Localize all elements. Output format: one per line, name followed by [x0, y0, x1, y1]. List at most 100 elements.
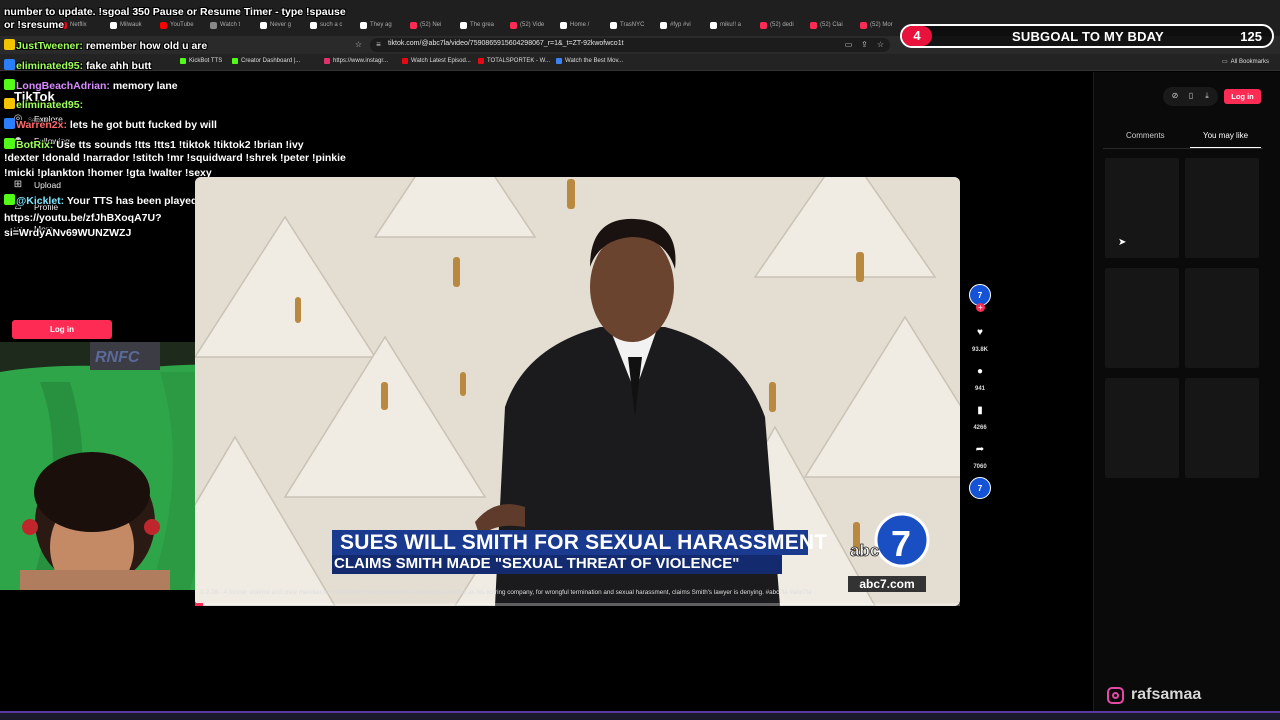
bookmark-favicon-icon — [556, 58, 562, 64]
browser-tab[interactable]: (52) Clai — [810, 16, 856, 34]
bookmark-icon: ▮ — [977, 404, 983, 416]
video-description: 1-2-26 - A former violinist and crew mem… — [200, 589, 812, 596]
tab-favicon-icon — [410, 21, 417, 29]
tab-you-may-like[interactable]: You may like — [1203, 131, 1248, 140]
tab-divider — [1103, 148, 1263, 149]
active-tab-underline — [1190, 147, 1261, 148]
flag-icon[interactable]: ⊘ — [1170, 91, 1180, 101]
browser-tab[interactable]: (52) Nei — [410, 16, 456, 34]
tab-label: (52) Nei — [420, 22, 442, 28]
tab-favicon-icon — [310, 21, 317, 29]
bookmark-item[interactable]: Watch Latest Episod... — [402, 58, 471, 64]
bookmark-label: KickBot TTS — [189, 58, 223, 64]
subgoal-count: 125 — [1240, 29, 1262, 44]
sidebar-item-label: More — [34, 223, 54, 234]
suggested-video-thumb[interactable] — [1105, 268, 1179, 368]
tab-favicon-icon — [60, 21, 67, 29]
browser-tab[interactable]: They ag — [360, 16, 406, 34]
tab-label: The grea — [470, 22, 495, 28]
tab-label: They ag — [370, 22, 392, 28]
phone-icon[interactable]: ▯ — [1186, 91, 1196, 101]
browser-tab[interactable]: #fyp #vi — [660, 16, 706, 34]
site-info-icon[interactable]: ≡ — [374, 40, 383, 49]
sidebar-item-profile[interactable]: ♙ Profile — [12, 201, 59, 212]
browser-tab[interactable]: Netflix — [60, 16, 106, 34]
comment-icon: ● — [976, 365, 984, 377]
bookmark-item[interactable]: KickBot TTS — [180, 58, 222, 64]
suggested-video-thumb[interactable] — [1185, 268, 1259, 368]
browser-tab[interactable]: Milwauk — [110, 16, 156, 34]
tab-favicon-icon — [460, 21, 467, 29]
upload-icon: ⊞ — [13, 179, 23, 190]
browser-tab[interactable]: Never g — [260, 16, 306, 34]
tiktok-logo[interactable]: TikTok — [14, 89, 55, 104]
browser-tab[interactable]: (52) Mor — [860, 16, 906, 34]
comment-button[interactable]: ● — [969, 360, 991, 382]
browser-tab[interactable]: TrasNYC — [610, 16, 656, 34]
instagram-icon — [1107, 686, 1124, 704]
bookmark-label: Watch Latest Episod... — [411, 58, 471, 64]
all-bookmarks[interactable]: ▭ All Bookmarks — [1222, 58, 1269, 66]
download-icon[interactable]: ⤓ — [1202, 91, 1212, 101]
compass-icon: ◎ — [13, 113, 23, 124]
browser-tab[interactable]: miku!! a — [710, 16, 756, 34]
save-button[interactable]: ▮ — [969, 399, 991, 421]
browser-tab[interactable]: Watch t — [210, 16, 256, 34]
browser-tab[interactable]: The grea — [460, 16, 506, 34]
bookmark-star-icon[interactable]: ☆ — [354, 40, 363, 49]
browser-tab[interactable]: (52) dedi — [760, 16, 806, 34]
tiktok-sidebar: TikTok Search ◎ Explore ☻ Following ⊞ Upload ♙… — [0, 72, 195, 342]
star-icon[interactable]: ☆ — [876, 40, 885, 49]
browser-tab[interactable]: (52) Vide — [510, 16, 556, 34]
tab-favicon-icon — [110, 21, 117, 29]
taskbar — [0, 711, 1280, 720]
creator-avatar-number: 7 — [977, 290, 983, 300]
browser-tab[interactable]: such a c — [310, 16, 356, 34]
browser-tab[interactable]: YouTube — [160, 16, 206, 34]
suggested-video-thumb[interactable] — [1185, 158, 1259, 258]
install-icon[interactable]: ▭ — [844, 40, 853, 49]
sidebar-item-explore[interactable]: ◎ Explore — [12, 113, 63, 124]
login-button-top[interactable]: Log in — [1224, 89, 1261, 104]
suggested-video-thumb[interactable] — [1105, 158, 1179, 258]
share-count: 7060 — [973, 464, 987, 470]
sidebar-item-label: Profile — [34, 201, 59, 212]
tab-favicon-icon — [560, 21, 567, 29]
news-lower-third: SUES WILL SMITH FOR SEXUAL HARASSMENT CL… — [332, 530, 827, 576]
suggested-video-thumb[interactable] — [1105, 378, 1179, 478]
tab-favicon-icon — [260, 21, 267, 29]
tab-favicon-icon — [860, 21, 867, 29]
login-button[interactable]: Log in — [12, 320, 112, 339]
bookmark-item[interactable]: TOTALSPORTEK - W... — [478, 58, 550, 64]
sidebar-item-more[interactable]: ⋯ More — [12, 223, 53, 234]
bookmark-item[interactable]: https://www.instagr... — [324, 58, 388, 64]
url-text[interactable]: tiktok.com/@abc7la/video/759086591560429… — [388, 40, 624, 47]
bookmark-favicon-icon — [402, 58, 408, 64]
share-arrow-icon: ➦ — [975, 443, 985, 455]
like-count: 93.8K — [971, 347, 988, 353]
like-button[interactable]: ♥ — [969, 321, 991, 343]
tab-comments[interactable]: Comments — [1126, 131, 1165, 140]
sound-avatar[interactable]: 7 — [969, 477, 991, 499]
bookmark-label: https://www.instagr... — [333, 58, 389, 64]
tab-label: (52) Vide — [520, 22, 545, 28]
browser-tab[interactable]: Home / — [560, 16, 606, 34]
streamer-handle: rafsamaa — [1107, 686, 1201, 704]
sidebar-item-following[interactable]: ☻ Following — [12, 135, 70, 146]
share-button[interactable]: ➦ — [969, 438, 991, 460]
sidebar-item-upload[interactable]: ⊞ Upload — [12, 179, 61, 190]
subgoal-overlay: 4 SUBGOAL TO MY BDAY 125 — [900, 24, 1274, 48]
bookmark-item[interactable]: Watch the Best Mov... — [556, 58, 623, 64]
bookmark-favicon-icon — [232, 58, 238, 64]
suggested-video-thumb[interactable] — [1185, 378, 1259, 478]
share-icon[interactable]: ⇪ — [860, 40, 869, 49]
video-progress-bar[interactable] — [195, 603, 960, 606]
bookmark-label: Watch the Best Mov... — [565, 58, 624, 64]
tab-label: Home / — [570, 22, 590, 28]
sidebar-item-label: Following — [34, 135, 70, 146]
sound-avatar-number: 7 — [977, 483, 983, 493]
mouse-cursor-icon: ➤ — [1118, 237, 1127, 248]
follow-plus-icon[interactable]: + — [976, 303, 985, 312]
following-icon: ☻ — [12, 135, 24, 146]
bookmark-item[interactable]: Creator Dashboard |... — [232, 58, 300, 64]
